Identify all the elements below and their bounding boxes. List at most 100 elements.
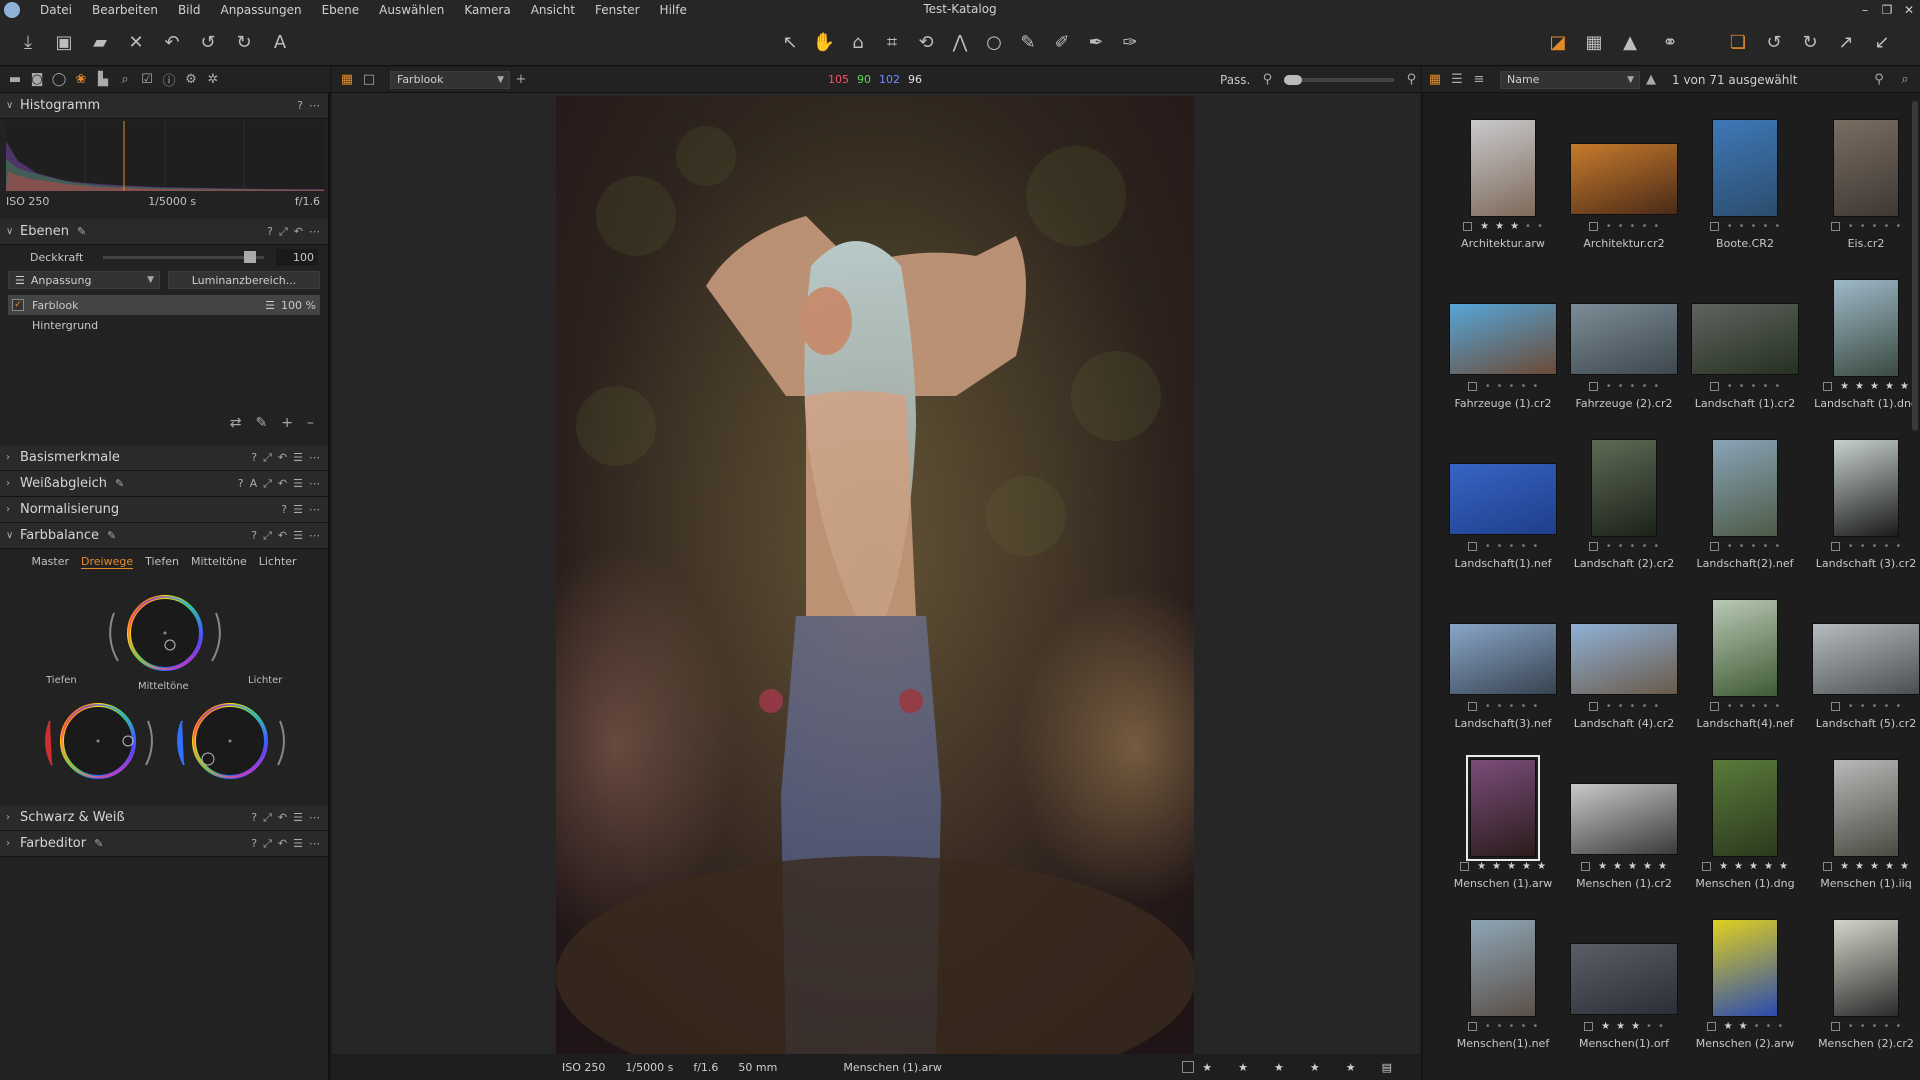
histogram-header[interactable]: ∨ Histogramm ? ⋯ bbox=[0, 93, 328, 119]
empty-star-icon[interactable]: • bbox=[1774, 381, 1780, 392]
color-tag-checkbox[interactable] bbox=[1584, 1022, 1594, 1031]
batch-tab-icon[interactable]: ✲ bbox=[202, 69, 224, 91]
thumbnail-image[interactable] bbox=[1570, 143, 1678, 215]
thumbnail[interactable]: • • • • • Landschaft (3).cr2 bbox=[1806, 431, 1920, 591]
empty-star-icon[interactable]: • bbox=[1774, 541, 1780, 552]
empty-star-icon[interactable]: • bbox=[1883, 1021, 1889, 1032]
farbbalance-tab-4[interactable]: Mitteltöne bbox=[191, 555, 247, 569]
star-icon[interactable]: ★ bbox=[1628, 861, 1637, 872]
empty-star-icon[interactable]: • bbox=[1751, 381, 1757, 392]
thumbnail-image[interactable] bbox=[1449, 463, 1557, 535]
capture-tab-icon[interactable]: ◙ bbox=[26, 69, 48, 91]
star-icon[interactable]: ★ bbox=[1658, 861, 1667, 872]
remove-layer-icon[interactable]: – bbox=[307, 415, 314, 431]
thumbnail-image[interactable] bbox=[1712, 599, 1778, 697]
empty-star-icon[interactable]: • bbox=[1618, 221, 1624, 232]
zoom-slider-thumb[interactable] bbox=[1284, 74, 1303, 85]
thumbnail-image[interactable] bbox=[1712, 439, 1778, 537]
sort-select[interactable]: Name ▼ bbox=[1500, 70, 1640, 89]
color-tag-checkbox[interactable] bbox=[1830, 1022, 1840, 1031]
zoom-fit-label[interactable]: Pass. bbox=[1220, 73, 1250, 87]
empty-star-icon[interactable]: • bbox=[1532, 701, 1538, 712]
camera-icon[interactable]: ▣ bbox=[50, 28, 78, 56]
layers-header[interactable]: ∨ Ebenen ✎ ? ⤢ ↶ ⋯ bbox=[0, 219, 328, 245]
star-icon[interactable]: ★ bbox=[1631, 1021, 1640, 1032]
crop-tool-icon[interactable]: ⌗ bbox=[878, 28, 906, 56]
thumbnail[interactable]: • • • • • Menschen (2).cr2 bbox=[1806, 911, 1920, 1071]
empty-star-icon[interactable]: • bbox=[1532, 381, 1538, 392]
more-icon[interactable]: ⋯ bbox=[309, 503, 320, 516]
empty-star-icon[interactable]: • bbox=[1497, 541, 1503, 552]
empty-star-icon[interactable]: • bbox=[1895, 1021, 1901, 1032]
thumbnail[interactable]: • • • • • Landschaft(3).nef bbox=[1443, 591, 1563, 751]
thumbnail[interactable]: ★ ★ ★ ★ ★ Menschen (1).dng bbox=[1685, 751, 1805, 911]
empty-star-icon[interactable]: • bbox=[1606, 541, 1612, 552]
empty-star-icon[interactable]: • bbox=[1860, 1021, 1866, 1032]
thumbnail-image[interactable] bbox=[1833, 759, 1899, 857]
thumbnail[interactable]: • • • • • Landschaft(4).nef bbox=[1685, 591, 1805, 751]
empty-star-icon[interactable]: • bbox=[1762, 221, 1768, 232]
empty-star-icon[interactable]: • bbox=[1658, 1021, 1664, 1032]
empty-star-icon[interactable]: • bbox=[1751, 221, 1757, 232]
thumbnail-image[interactable] bbox=[1570, 303, 1678, 375]
star-icon[interactable]: ★ bbox=[1202, 1061, 1212, 1074]
empty-star-icon[interactable]: • bbox=[1509, 541, 1515, 552]
star-icon[interactable]: ★ bbox=[1522, 861, 1531, 872]
exposure-warning-icon[interactable]: ◪ bbox=[1544, 28, 1572, 56]
empty-star-icon[interactable]: • bbox=[1872, 701, 1878, 712]
zoom-slider[interactable] bbox=[1284, 74, 1395, 85]
import-icon[interactable]: ⤓ bbox=[14, 28, 42, 56]
empty-star-icon[interactable]: • bbox=[1727, 221, 1733, 232]
auto-icon[interactable]: A bbox=[250, 477, 258, 491]
rotate-left-icon[interactable]: ↺ bbox=[1760, 28, 1788, 56]
wb-header[interactable]: › Weißabgleich ✎ ? A ⤢ ↶ ☰ ⋯ bbox=[0, 471, 328, 497]
pen-icon[interactable]: ✎ bbox=[115, 477, 124, 490]
empty-star-icon[interactable]: • bbox=[1727, 701, 1733, 712]
empty-star-icon[interactable]: • bbox=[1883, 701, 1889, 712]
empty-star-icon[interactable]: • bbox=[1630, 701, 1636, 712]
opacity-value[interactable]: 100 bbox=[276, 248, 318, 266]
empty-star-icon[interactable]: • bbox=[1653, 701, 1659, 712]
empty-star-icon[interactable]: • bbox=[1762, 381, 1768, 392]
empty-star-icon[interactable]: • bbox=[1520, 541, 1526, 552]
empty-star-icon[interactable]: • bbox=[1727, 541, 1733, 552]
color-tag-checkbox[interactable] bbox=[1467, 382, 1477, 391]
empty-star-icon[interactable]: • bbox=[1883, 221, 1889, 232]
library-tab-icon[interactable]: ▬ bbox=[4, 69, 26, 91]
star-icon[interactable]: ★ bbox=[1855, 381, 1864, 392]
empty-star-icon[interactable]: • bbox=[1777, 1021, 1783, 1032]
star-icon[interactable]: ★ bbox=[1613, 861, 1622, 872]
color-tag-checkbox[interactable] bbox=[1588, 222, 1598, 231]
pointer-tool-icon[interactable]: ↖ bbox=[776, 28, 804, 56]
empty-star-icon[interactable]: • bbox=[1848, 221, 1854, 232]
empty-star-icon[interactable]: • bbox=[1872, 221, 1878, 232]
output-tab-icon[interactable]: ⚙ bbox=[180, 69, 202, 91]
empty-star-icon[interactable]: • bbox=[1509, 381, 1515, 392]
empty-star-icon[interactable]: • bbox=[1641, 221, 1647, 232]
thumbnail-image[interactable] bbox=[1691, 303, 1799, 375]
rotate-right-icon[interactable]: ↻ bbox=[1796, 28, 1824, 56]
thumbnail-image[interactable] bbox=[1466, 755, 1540, 861]
thumbnail[interactable]: ★ ★ ★ ★ ★ Landschaft (1).dng bbox=[1806, 271, 1920, 431]
empty-star-icon[interactable]: • bbox=[1739, 541, 1745, 552]
help-icon[interactable]: ? bbox=[251, 811, 257, 825]
help-icon[interactable]: ? bbox=[251, 451, 257, 465]
basis-header[interactable]: › Basismerkmale ? ⤢ ↶ ☰ ⋯ bbox=[0, 445, 328, 471]
empty-star-icon[interactable]: • bbox=[1646, 1021, 1652, 1032]
color-tag-checkbox[interactable] bbox=[1706, 1022, 1716, 1031]
star-icon[interactable]: ★ bbox=[1779, 861, 1788, 872]
copy-icon[interactable]: ⤢ bbox=[279, 225, 288, 239]
empty-star-icon[interactable]: • bbox=[1509, 1021, 1515, 1032]
list-icon[interactable]: ☰ bbox=[293, 451, 303, 465]
list-icon[interactable]: ☰ bbox=[293, 503, 303, 516]
reset-icon[interactable]: ↶ bbox=[158, 28, 186, 56]
menu-item-3[interactable]: Bild bbox=[168, 3, 211, 17]
empty-star-icon[interactable]: • bbox=[1485, 541, 1491, 552]
list-icon[interactable]: ☰ bbox=[293, 811, 303, 825]
brush-tool-icon[interactable]: ✎ bbox=[1014, 28, 1042, 56]
thumbnail[interactable]: ★ ★ ★ ★ ★ Menschen (1).iiq bbox=[1806, 751, 1920, 911]
star-icon[interactable]: ★ bbox=[1643, 861, 1652, 872]
thumbnail[interactable]: • • • • • Landschaft(2).nef bbox=[1685, 431, 1805, 591]
empty-star-icon[interactable]: • bbox=[1606, 221, 1612, 232]
color-tag-checkbox[interactable] bbox=[1823, 862, 1833, 871]
